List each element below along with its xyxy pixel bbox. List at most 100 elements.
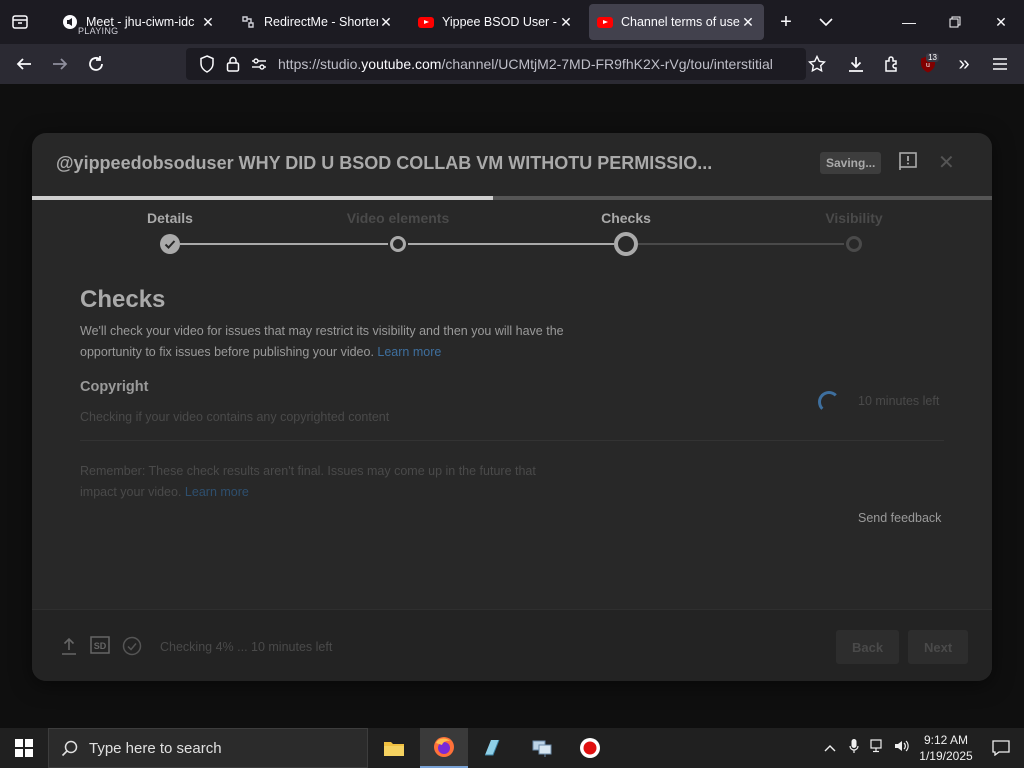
copyright-heading: Copyright bbox=[80, 379, 149, 395]
network-icon[interactable] bbox=[866, 738, 890, 758]
step-connector bbox=[180, 243, 388, 245]
address-bar[interactable]: https://studio.youtube.com/channel/UCMtj… bbox=[186, 48, 806, 80]
notifications-button[interactable] bbox=[978, 740, 1024, 756]
taskbar-screen-recorder[interactable] bbox=[566, 728, 614, 768]
overflow-menu-button[interactable]: » bbox=[946, 48, 982, 80]
step-video-elements-label[interactable]: Video elements bbox=[347, 210, 449, 226]
redirectme-icon bbox=[240, 14, 256, 30]
youtube-icon bbox=[418, 14, 434, 30]
close-tab-icon[interactable]: ✕ bbox=[740, 14, 756, 31]
permissions-icon[interactable] bbox=[246, 52, 272, 76]
step-details-label[interactable]: Details bbox=[147, 210, 193, 226]
tab-list-icon bbox=[12, 15, 28, 29]
ublock-extension-button[interactable]: u 13 bbox=[910, 48, 946, 80]
tab-redirectme[interactable]: RedirectMe - Shorten y ✕ bbox=[232, 4, 402, 40]
forward-button[interactable] bbox=[42, 48, 78, 80]
tab-list-button[interactable] bbox=[0, 0, 40, 44]
checks-progress-status: Checking 4% ... 10 minutes left bbox=[160, 640, 333, 654]
step-checks-label[interactable]: Checks bbox=[601, 210, 651, 226]
learn-more-link[interactable]: Learn more bbox=[377, 345, 441, 359]
restore-icon bbox=[949, 16, 961, 28]
star-icon bbox=[808, 55, 826, 73]
system-tray: 9:12 AM 1/19/2025 bbox=[818, 728, 1024, 768]
dialog-title: @yippeedobsoduser WHY DID U BSOD COLLAB … bbox=[56, 153, 713, 173]
search-icon bbox=[61, 740, 78, 757]
divider bbox=[80, 440, 944, 441]
windows-logo-icon bbox=[15, 739, 33, 757]
plus-icon: + bbox=[780, 10, 792, 33]
upload-icon bbox=[60, 636, 80, 656]
step-details-dot[interactable] bbox=[160, 234, 180, 254]
step-visibility-label[interactable]: Visibility bbox=[825, 210, 882, 226]
tab-title: RedirectMe - Shorten y bbox=[264, 15, 378, 29]
close-tab-icon[interactable]: ✕ bbox=[200, 14, 216, 31]
tracking-protection-icon[interactable] bbox=[194, 52, 220, 76]
microphone-icon[interactable] bbox=[842, 738, 866, 759]
checks-intro: We'll check your video for issues that m… bbox=[80, 324, 564, 359]
report-flag-icon[interactable] bbox=[898, 151, 922, 175]
minimize-button[interactable]: — bbox=[886, 0, 932, 44]
restore-button[interactable] bbox=[932, 0, 978, 44]
step-video-elements-dot[interactable] bbox=[390, 236, 406, 252]
bookmark-star-button[interactable] bbox=[806, 48, 828, 80]
download-icon bbox=[849, 57, 863, 72]
folder-icon bbox=[384, 742, 404, 756]
back-button[interactable]: Back bbox=[836, 630, 900, 664]
dialog-footer: SD Checking 4% ... 10 minutes left Back … bbox=[32, 609, 992, 681]
upload-progress-bar bbox=[32, 196, 992, 200]
close-tab-icon[interactable]: ✕ bbox=[378, 14, 394, 31]
extension-badge: 13 bbox=[926, 53, 939, 62]
new-tab-button[interactable]: + bbox=[772, 8, 800, 36]
send-feedback-link[interactable]: Send feedback bbox=[858, 511, 941, 525]
windows-taskbar: Type here to search 9:12 AM 1/19/2025 bbox=[0, 728, 1024, 768]
reload-icon bbox=[89, 56, 103, 71]
upload-dialog: @yippeedobsoduser WHY DID U BSOD COLLAB … bbox=[32, 133, 992, 681]
volume-icon[interactable] bbox=[890, 739, 914, 758]
taskbar-app-network[interactable] bbox=[518, 728, 566, 768]
tab-yippee-bsod[interactable]: Yippee BSOD User - Yo ✕ bbox=[410, 4, 582, 40]
list-all-tabs-button[interactable] bbox=[812, 8, 840, 36]
next-button[interactable]: Next bbox=[908, 630, 969, 664]
tab-channel-terms[interactable]: Channel terms of use s ✕ bbox=[589, 4, 764, 40]
app-menu-button[interactable] bbox=[982, 48, 1018, 80]
loading-spinner-icon bbox=[818, 391, 840, 413]
navigation-toolbar: https://studio.youtube.com/channel/UCMtj… bbox=[0, 44, 1024, 84]
taskbar-file-explorer[interactable] bbox=[370, 728, 418, 768]
notebook-icon bbox=[485, 739, 500, 756]
firefox-icon bbox=[434, 737, 454, 757]
computer-network-icon bbox=[532, 740, 552, 757]
tab-playing-label: PLAYING bbox=[78, 26, 119, 36]
audio-playing-icon[interactable] bbox=[62, 14, 78, 30]
close-tab-icon[interactable]: ✕ bbox=[558, 14, 574, 31]
reload-button[interactable] bbox=[78, 48, 114, 80]
double-chevron-right-icon: » bbox=[958, 52, 970, 75]
step-checks-dot[interactable] bbox=[614, 232, 638, 256]
downloads-button[interactable] bbox=[838, 48, 874, 80]
clock-time: 9:12 AM bbox=[923, 733, 969, 747]
tab-title: Channel terms of use s bbox=[621, 15, 740, 29]
taskbar-app-notebook[interactable] bbox=[468, 728, 516, 768]
lock-icon[interactable] bbox=[220, 52, 246, 76]
notification-icon bbox=[992, 740, 1010, 756]
extensions-button[interactable] bbox=[874, 48, 910, 80]
clock-date: 1/19/2025 bbox=[919, 749, 973, 763]
minimize-icon: — bbox=[902, 14, 916, 30]
close-icon: ✕ bbox=[995, 13, 1007, 30]
record-icon bbox=[580, 738, 600, 758]
close-icon[interactable]: ✕ bbox=[938, 153, 958, 173]
start-button[interactable] bbox=[0, 728, 48, 768]
back-button[interactable] bbox=[6, 48, 42, 80]
url-text[interactable]: https://studio.youtube.com/channel/UCMtj… bbox=[278, 56, 788, 72]
step-connector bbox=[408, 243, 614, 245]
check-icon bbox=[164, 240, 176, 249]
show-hidden-icons-button[interactable] bbox=[818, 739, 842, 757]
close-window-button[interactable]: ✕ bbox=[978, 0, 1024, 44]
learn-more-link[interactable]: Learn more bbox=[185, 485, 249, 499]
taskbar-firefox[interactable] bbox=[420, 728, 468, 768]
step-visibility-dot[interactable] bbox=[846, 236, 862, 252]
taskbar-clock[interactable]: 9:12 AM 1/19/2025 bbox=[914, 732, 978, 764]
search-placeholder: Type here to search bbox=[89, 739, 222, 757]
chevron-down-icon bbox=[819, 18, 833, 27]
taskbar-search-box[interactable]: Type here to search bbox=[48, 728, 368, 768]
copyright-time-left: 10 minutes left bbox=[858, 394, 940, 408]
